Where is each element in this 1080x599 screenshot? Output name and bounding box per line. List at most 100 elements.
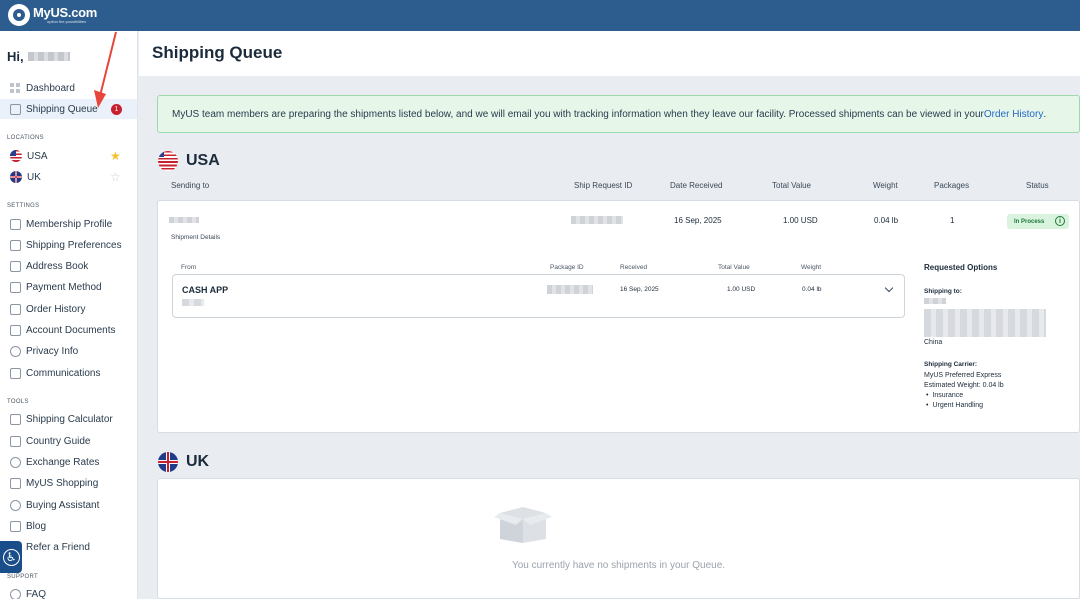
redacted-recipient-name bbox=[924, 298, 946, 304]
shipment-date-received: 16 Sep, 2025 bbox=[674, 216, 722, 225]
pkg-col-weight: Weight bbox=[801, 264, 822, 271]
banner-text: MyUS team members are preparing the ship… bbox=[172, 108, 984, 120]
option-insurance: Insurance bbox=[926, 392, 963, 399]
settings-section-label: SETTINGS bbox=[7, 203, 40, 209]
status-badge: In Process i bbox=[1007, 214, 1069, 229]
faq-icon bbox=[10, 588, 21, 599]
greeting-text: Hi, bbox=[7, 49, 24, 64]
uk-flag-icon bbox=[10, 171, 22, 183]
sidebar-item-communications[interactable]: Communications bbox=[0, 363, 137, 383]
privacy-info-icon bbox=[10, 345, 21, 357]
annotation-arrow bbox=[94, 31, 117, 108]
col-date-received: Date Received bbox=[670, 181, 723, 190]
empty-queue-message: You currently have no shipments in your … bbox=[511, 560, 726, 571]
uk-empty-card bbox=[157, 478, 1080, 599]
option-urgent-handling: Urgent Handling bbox=[926, 402, 983, 409]
myus-logo[interactable]: MyUS.com option the possibilities bbox=[8, 4, 97, 26]
uk-section-heading: UK bbox=[158, 452, 209, 472]
payment-method-icon bbox=[10, 281, 21, 293]
sidebar-item-account-documents[interactable]: Account Documents bbox=[0, 320, 137, 340]
usa-title: USA bbox=[186, 152, 220, 169]
page-title: Shipping Queue bbox=[152, 43, 283, 62]
sidebar-item-exchange-rates[interactable]: Exchange Rates bbox=[0, 452, 137, 472]
sidebar-item-blog[interactable]: Blog bbox=[0, 516, 137, 536]
tools-section-label: TOOLS bbox=[7, 399, 29, 405]
shopping-icon bbox=[10, 477, 21, 489]
exchange-rates-icon bbox=[10, 456, 21, 468]
status-info-icon[interactable]: i bbox=[1055, 216, 1065, 226]
uk-flag-icon bbox=[158, 452, 178, 472]
shipping-queue-icon bbox=[10, 103, 21, 115]
package-from: CASH APP bbox=[182, 285, 229, 295]
redacted-package-id bbox=[547, 285, 593, 294]
info-banner: MyUS team members are preparing the ship… bbox=[157, 95, 1080, 133]
sidebar-item-address-book[interactable]: Address Book bbox=[0, 256, 137, 276]
estimated-weight: Estimated Weight: 0.04 lb bbox=[924, 382, 1004, 389]
sidebar-item-label: Shipping Queue bbox=[26, 103, 98, 115]
shipment-details-label[interactable]: Shipment Details bbox=[171, 234, 220, 241]
order-history-link[interactable]: Order History bbox=[984, 109, 1043, 120]
blog-icon bbox=[10, 520, 21, 532]
sidebar-item-label: USA bbox=[27, 150, 48, 162]
shipment-card[interactable]: 16 Sep, 2025 1.00 USD 0.04 lb 1 In Proce… bbox=[157, 200, 1080, 433]
sidebar-item-order-history[interactable]: Order History bbox=[0, 299, 137, 319]
sidebar-item-shipping-preferences[interactable]: Shipping Preferences bbox=[0, 235, 137, 255]
package-total-value: 1.00 USD bbox=[727, 286, 756, 293]
col-status: Status bbox=[1026, 181, 1049, 190]
shipping-carrier-label: Shipping Carrier: bbox=[924, 361, 978, 368]
unfavorite-star-icon[interactable]: ☆ bbox=[110, 171, 121, 183]
us-flag-icon bbox=[158, 151, 178, 171]
address-book-icon bbox=[10, 260, 21, 272]
redacted-username bbox=[27, 52, 70, 61]
buying-assistant-icon bbox=[10, 499, 21, 511]
package-weight: 0.04 lb bbox=[802, 286, 822, 293]
requested-options-title: Requested Options bbox=[924, 263, 998, 272]
pkg-col-received: Received bbox=[620, 264, 648, 271]
account-documents-icon bbox=[10, 324, 21, 336]
myus-logo-icon bbox=[8, 4, 30, 26]
package-received: 16 Sep, 2025 bbox=[620, 286, 659, 293]
sidebar-item-payment-method[interactable]: Payment Method bbox=[0, 277, 137, 297]
uk-title: UK bbox=[186, 453, 210, 470]
pkg-col-package-id: Package ID bbox=[550, 264, 584, 271]
shipment-packages: 1 bbox=[950, 216, 955, 225]
shipping-to-label: Shipping to: bbox=[924, 288, 962, 295]
shipment-weight: 0.04 lb bbox=[874, 216, 899, 225]
accessibility-button[interactable]: ♿ bbox=[0, 541, 22, 573]
sidebar-item-country-guide[interactable]: Country Guide bbox=[0, 431, 137, 451]
membership-profile-icon bbox=[10, 218, 21, 230]
usa-section-heading: USA bbox=[158, 151, 220, 171]
sidebar: Hi, Dashboard Shipping Queue 1 LOCATIONS… bbox=[0, 31, 138, 599]
order-history-icon bbox=[10, 303, 21, 315]
greeting: Hi, bbox=[7, 49, 70, 64]
support-section-label: SUPPORT bbox=[7, 574, 38, 580]
sidebar-item-faq[interactable]: FAQ bbox=[0, 584, 137, 599]
dashboard-icon bbox=[10, 82, 21, 94]
sidebar-item-myus-shopping[interactable]: MyUS Shopping bbox=[0, 473, 137, 493]
favorite-star-icon[interactable]: ★ bbox=[110, 150, 121, 162]
sidebar-item-label: UK bbox=[27, 171, 41, 183]
redacted-package-sender bbox=[182, 299, 204, 306]
shipment-total-value: 1.00 USD bbox=[783, 216, 818, 225]
brand-tagline: option the possibilities bbox=[47, 19, 87, 24]
empty-box-icon bbox=[494, 507, 552, 543]
sidebar-item-privacy-info[interactable]: Privacy Info bbox=[0, 341, 137, 361]
accessibility-icon: ♿ bbox=[2, 548, 20, 566]
shipping-carrier: MyUS Preferred Express bbox=[924, 372, 1002, 379]
brand-name: MyUS.com bbox=[33, 5, 98, 20]
sidebar-item-membership-profile[interactable]: Membership Profile bbox=[0, 214, 137, 234]
chevron-down-icon[interactable] bbox=[884, 283, 894, 293]
us-flag-icon bbox=[10, 150, 22, 162]
top-bar: MyUS.com option the possibilities bbox=[0, 0, 1080, 31]
locations-section-label: LOCATIONS bbox=[7, 135, 44, 141]
package-row[interactable]: CASH APP 16 Sep, 2025 1.00 USD 0.04 lb bbox=[172, 274, 905, 318]
col-total-value: Total Value bbox=[772, 181, 811, 190]
sidebar-item-shipping-calculator[interactable]: Shipping Calculator bbox=[0, 409, 137, 429]
communications-icon bbox=[10, 367, 21, 379]
sidebar-item-buying-assistant[interactable]: Buying Assistant bbox=[0, 495, 137, 515]
country-guide-icon bbox=[10, 435, 21, 447]
pkg-col-total-value: Total Value bbox=[718, 264, 750, 271]
col-weight: Weight bbox=[873, 181, 898, 190]
calculator-icon bbox=[10, 413, 21, 425]
col-packages: Packages bbox=[934, 181, 970, 190]
